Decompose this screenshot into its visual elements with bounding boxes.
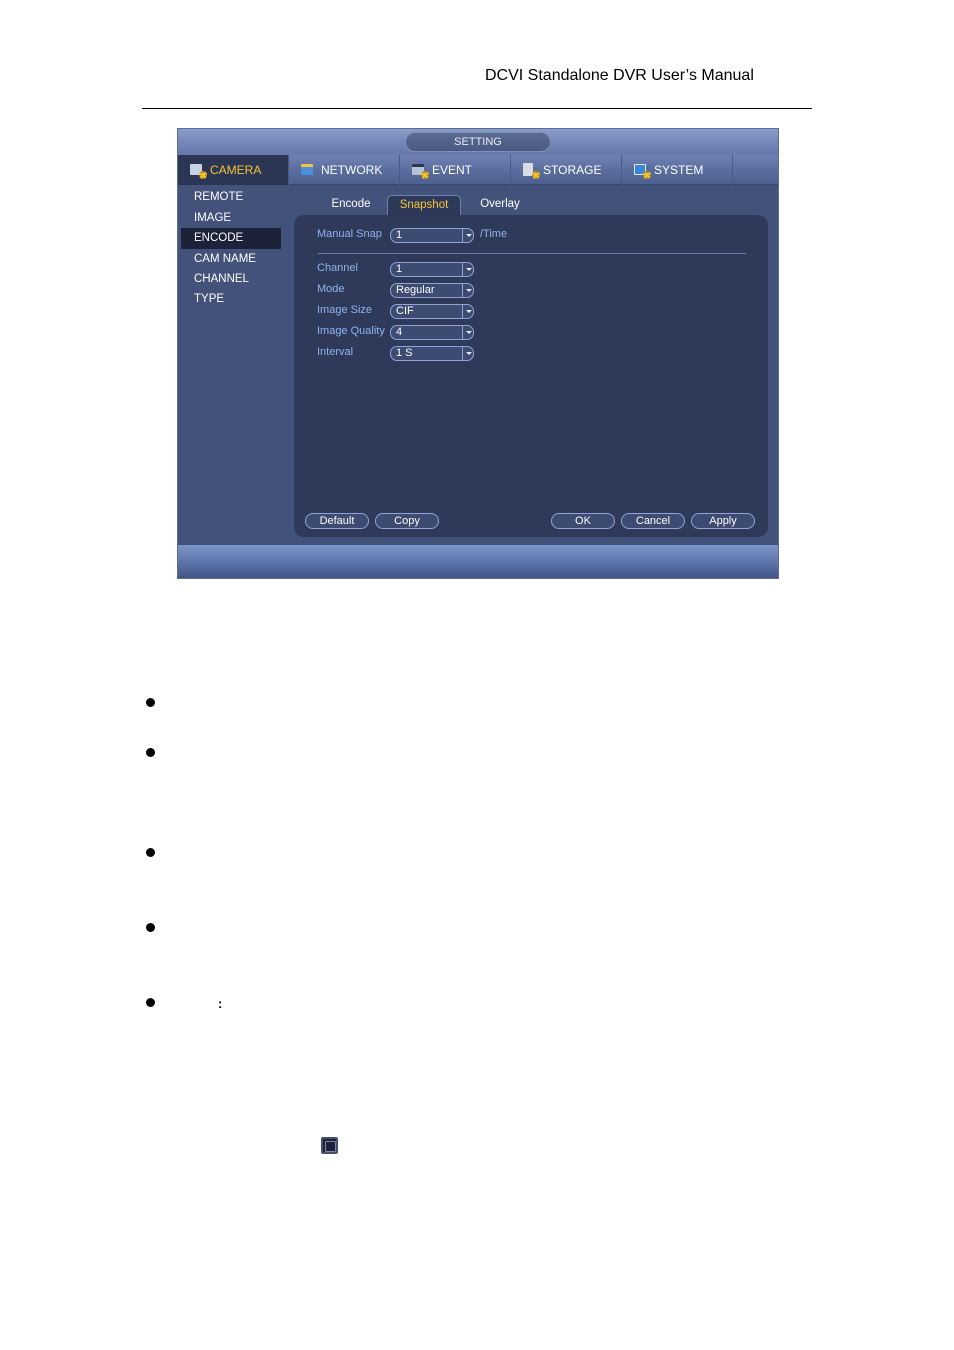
- interval-value: 1 S: [396, 347, 413, 359]
- bullet-point: [146, 698, 155, 707]
- image-size-label: Image Size: [317, 304, 373, 316]
- chevron-down-icon: [462, 326, 473, 339]
- document-header: DCVI Standalone DVR User’s Manual: [485, 67, 754, 84]
- sidebar-item-cam-name[interactable]: CAM NAME: [181, 249, 281, 270]
- tab-overlay[interactable]: Overlay: [466, 195, 534, 215]
- channel-label: Channel: [317, 262, 358, 274]
- default-button[interactable]: Default: [305, 513, 369, 529]
- camera-gear-icon: [190, 163, 207, 179]
- apply-button[interactable]: Apply: [691, 513, 755, 529]
- mode-value: Regular: [396, 284, 435, 296]
- snapshot-panel: Manual Snap 1 /Time Channel 1 Mode Regul…: [294, 215, 768, 537]
- bullet-point: [146, 998, 155, 1007]
- chevron-down-icon: [462, 347, 473, 360]
- image-quality-label: Image Quality: [317, 325, 385, 337]
- bullet-point: [146, 748, 155, 757]
- title-bar: SETTING: [178, 129, 778, 155]
- bullet-point: [146, 848, 155, 857]
- header-rule: [142, 108, 812, 109]
- menu-tab-camera[interactable]: CAMERA: [178, 155, 289, 185]
- network-icon: [301, 163, 317, 177]
- dvr-settings-window: SETTING CAMERA NETWORK EVENT STORAGE SYS…: [177, 128, 779, 579]
- window-title: SETTING: [405, 132, 551, 152]
- status-bar: [178, 545, 778, 578]
- tab-encode[interactable]: Encode: [316, 195, 386, 215]
- image-size-select[interactable]: CIF: [390, 304, 474, 319]
- chevron-down-icon: [462, 263, 473, 276]
- section-divider: [318, 253, 746, 254]
- menu-tab-label: NETWORK: [321, 163, 383, 177]
- manual-snap-label: Manual Snap: [317, 228, 382, 240]
- menu-tab-storage[interactable]: STORAGE: [511, 155, 622, 185]
- sidebar-item-encode[interactable]: ENCODE: [181, 228, 281, 249]
- checkbox-icon: [321, 1137, 338, 1154]
- channel-select[interactable]: 1: [390, 262, 474, 277]
- menu-tab-label: CAMERA: [210, 163, 262, 177]
- image-quality-value: 4: [396, 326, 403, 338]
- mode-label: Mode: [317, 283, 345, 295]
- interval-select[interactable]: 1 S: [390, 346, 474, 361]
- main-menu-bar: CAMERA NETWORK EVENT STORAGE SYSTEM: [178, 155, 778, 185]
- manual-snap-value: 1: [396, 229, 403, 241]
- interval-label: Interval: [317, 346, 354, 358]
- system-monitor-icon: [634, 163, 651, 179]
- mode-select[interactable]: Regular: [390, 283, 474, 298]
- manual-snap-unit: /Time: [480, 228, 508, 240]
- image-quality-select[interactable]: 4: [390, 325, 474, 340]
- sidebar-item-image[interactable]: IMAGE: [181, 208, 281, 229]
- sidebar-item-remote[interactable]: REMOTE: [181, 187, 281, 208]
- chevron-down-icon: [462, 305, 473, 318]
- tab-snapshot[interactable]: Snapshot: [387, 195, 461, 215]
- event-icon: [412, 163, 429, 179]
- copy-button[interactable]: Copy: [375, 513, 439, 529]
- menu-tab-label: STORAGE: [543, 163, 602, 177]
- menu-tab-network[interactable]: NETWORK: [289, 155, 400, 185]
- menu-tab-label: SYSTEM: [654, 163, 704, 177]
- menu-tab-label: EVENT: [432, 163, 473, 177]
- bullet-point: [146, 923, 155, 932]
- ok-button[interactable]: OK: [551, 513, 615, 529]
- chevron-down-icon: [462, 229, 473, 242]
- cancel-button[interactable]: Cancel: [621, 513, 685, 529]
- colon-text: :: [218, 996, 223, 1011]
- manual-snap-select[interactable]: 1: [390, 228, 474, 243]
- channel-value: 1: [396, 263, 403, 275]
- image-size-value: CIF: [396, 305, 414, 317]
- storage-icon: [523, 163, 540, 179]
- menu-tab-system[interactable]: SYSTEM: [622, 155, 733, 185]
- camera-sidebar: REMOTE IMAGE ENCODE CAM NAME CHANNEL TYP…: [181, 187, 281, 305]
- chevron-down-icon: [462, 284, 473, 297]
- menu-tab-event[interactable]: EVENT: [400, 155, 511, 185]
- sidebar-item-channel-type[interactable]: CHANNEL TYPE: [181, 269, 281, 305]
